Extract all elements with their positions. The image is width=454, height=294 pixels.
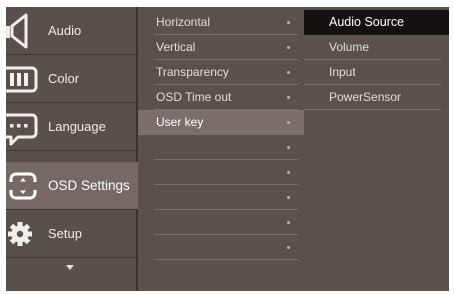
submenu-item-vertical[interactable]: Vertical xyxy=(138,35,304,60)
category-color[interactable]: Color xyxy=(6,55,138,103)
scroll-down-button[interactable] xyxy=(6,251,138,291)
submenu-label: OSD Time out xyxy=(156,90,232,104)
color-icon xyxy=(6,55,42,103)
option-label: Volume xyxy=(329,40,370,54)
submenu-item-empty xyxy=(138,185,304,210)
bullet-icon xyxy=(287,246,290,249)
bullet-icon xyxy=(287,96,290,99)
submenu-label: Transparency xyxy=(156,65,229,79)
category-label: Color xyxy=(48,71,80,86)
bullet-icon xyxy=(287,221,290,224)
options-panel: Audio Source Volume Input PowerSensor xyxy=(304,7,449,291)
bullet-icon xyxy=(287,71,290,74)
bullet-icon xyxy=(287,146,290,149)
submenu-item-empty xyxy=(138,235,304,260)
bullet-icon xyxy=(287,21,290,24)
option-label: Input xyxy=(329,65,356,79)
submenu-item-osd-time-out[interactable]: OSD Time out xyxy=(138,85,304,110)
option-label: PowerSensor xyxy=(329,90,402,104)
bullet-icon xyxy=(287,121,290,124)
category-language[interactable]: Language xyxy=(6,103,138,151)
submenu-item-empty xyxy=(138,160,304,185)
speech-bubble-icon xyxy=(6,103,42,151)
category-panel: Audio Color Language OSD Settings Setup xyxy=(6,7,138,291)
option-audio-source[interactable]: Audio Source xyxy=(304,10,449,35)
option-input[interactable]: Input xyxy=(304,60,449,85)
divider xyxy=(304,109,441,110)
submenu-item-empty xyxy=(138,135,304,160)
divider xyxy=(154,259,298,260)
category-osd-settings[interactable]: OSD Settings xyxy=(6,162,138,210)
submenu-label: Horizontal xyxy=(156,15,211,29)
option-powersensor[interactable]: PowerSensor xyxy=(304,85,449,110)
submenu-item-transparency[interactable]: Transparency xyxy=(138,60,304,85)
submenu-item-user-key[interactable]: User key xyxy=(138,110,304,135)
osd-frame-icon xyxy=(6,162,42,210)
submenu-panel: Horizontal Vertical Transparency OSD Tim… xyxy=(138,7,304,291)
category-label: OSD Settings xyxy=(48,178,130,193)
category-label: Audio xyxy=(48,23,82,38)
option-label: Audio Source xyxy=(329,15,405,29)
bullet-icon xyxy=(287,46,290,49)
submenu-item-empty xyxy=(138,210,304,235)
option-volume[interactable]: Volume xyxy=(304,35,449,60)
submenu-label: User key xyxy=(156,115,204,129)
bullet-icon xyxy=(287,196,290,199)
category-audio[interactable]: Audio xyxy=(6,7,138,55)
chevron-down-icon xyxy=(66,265,74,270)
bullet-icon xyxy=(287,171,290,174)
submenu-label: Vertical xyxy=(156,40,196,54)
category-label: Language xyxy=(48,119,106,134)
osd-menu: Audio Color Language OSD Settings Setup … xyxy=(6,7,449,291)
speaker-icon xyxy=(6,7,42,55)
submenu-item-horizontal[interactable]: Horizontal xyxy=(138,10,304,35)
